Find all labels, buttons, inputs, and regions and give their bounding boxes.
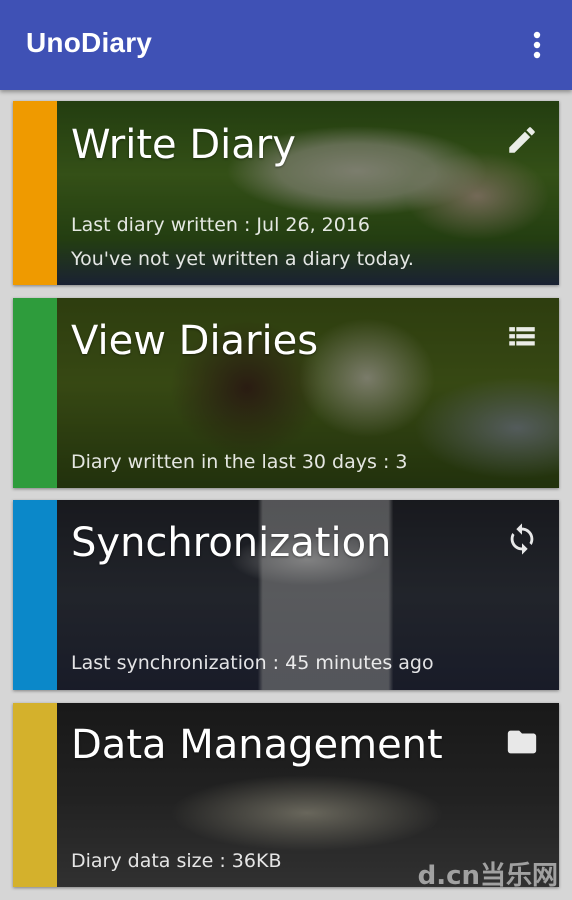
menu-cards: Write Diary Last diary written : Jul 26,… [0,90,572,900]
synchronization-card[interactable]: Synchronization Last synchronization : 4… [13,500,559,690]
watermark-logo: d.cn当乐网 [417,861,558,891]
card-info-line: Last synchronization : 45 minutes ago [71,652,434,674]
more-vert-icon[interactable] [526,30,548,60]
card-color-stripe [13,703,57,887]
write-diary-card[interactable]: Write Diary Last diary written : Jul 26,… [13,101,559,285]
folder-icon [505,725,539,759]
card-title: Data Management [71,722,443,768]
card-info-line: Diary written in the last 30 days : 3 [71,451,408,473]
card-info-line: You've not yet written a diary today. [71,248,414,270]
card-color-stripe [13,298,57,488]
card-color-stripe [13,101,57,285]
card-title: Write Diary [71,122,296,168]
app-title: UnoDiary [26,27,153,58]
view-diaries-card[interactable]: View Diaries Diary written in the last 3… [13,298,559,488]
card-info-line: Last diary written : Jul 26, 2016 [71,214,371,236]
card-title: Synchronization [71,520,392,566]
sync-icon [505,522,539,556]
card-color-stripe [13,500,57,690]
list-icon [505,320,539,354]
card-info-line: Diary data size : 36KB [71,850,282,872]
card-title: View Diaries [71,318,319,364]
app-bar: UnoDiary [0,0,572,90]
pencil-icon [505,123,539,157]
